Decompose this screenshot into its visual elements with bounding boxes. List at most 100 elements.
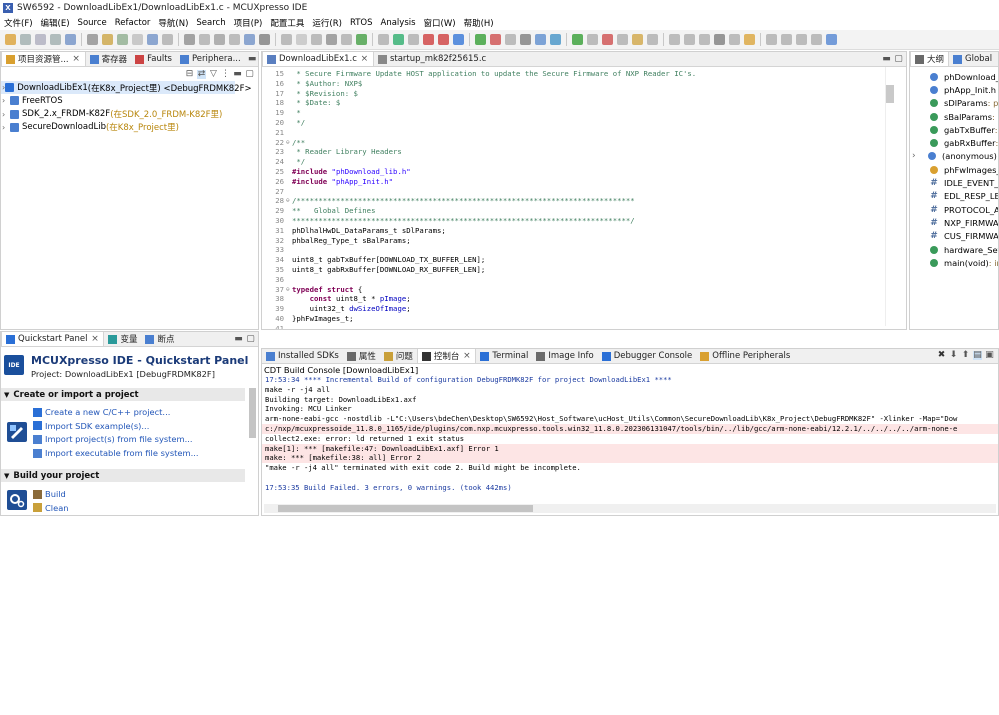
toolbar-button-icon[interactable] bbox=[199, 34, 210, 45]
chevron-right-icon[interactable]: › bbox=[2, 96, 10, 105]
toolbar-button-icon[interactable] bbox=[587, 34, 598, 45]
console-hscrollbar[interactable] bbox=[264, 504, 996, 513]
menu-item[interactable]: RTOS bbox=[346, 18, 377, 28]
toolbar-button-icon[interactable] bbox=[453, 34, 464, 45]
toolbar-button-icon[interactable] bbox=[520, 34, 531, 45]
toolbar-button-icon[interactable] bbox=[229, 34, 240, 45]
menu-item[interactable]: 编辑(E) bbox=[37, 17, 74, 29]
chevron-right-icon[interactable]: › bbox=[2, 123, 10, 132]
toolbar-button-icon[interactable] bbox=[550, 34, 561, 45]
toolbar-button-icon[interactable] bbox=[438, 34, 449, 45]
filter-icon[interactable]: ▽ bbox=[209, 69, 218, 79]
code-editor[interactable]: 15 * Secure Firmware Update HOST applica… bbox=[262, 67, 890, 329]
toolbar-button-icon[interactable] bbox=[378, 34, 389, 45]
toolbar-button-icon[interactable] bbox=[811, 34, 822, 45]
outline-item[interactable]: main(void) : int bbox=[910, 256, 998, 269]
toolbar-button-icon[interactable] bbox=[65, 34, 76, 45]
tree-item-project[interactable]: › SDK_2.x_FRDM-K82F (在SDK_2.0_FRDM-K82F里) bbox=[1, 108, 222, 121]
tree-item-project[interactable]: › SecureDownloadLib (在K8x_Project里) bbox=[1, 121, 179, 134]
outline-item[interactable]: gabTxBuffer : u bbox=[910, 123, 998, 136]
tab-outline-1[interactable]: Global bbox=[949, 52, 996, 66]
outline-item[interactable]: # CUS_FIRMWAR bbox=[910, 230, 998, 243]
tab-explorer-2[interactable]: Faults bbox=[131, 52, 176, 66]
section-create-import[interactable]: ▼ Create or import a project bbox=[1, 388, 245, 401]
toolbar-button-icon[interactable] bbox=[326, 34, 337, 45]
toolbar-button-icon[interactable] bbox=[408, 34, 419, 45]
toolbar-button-icon[interactable] bbox=[102, 34, 113, 45]
chevron-right-icon[interactable]: › bbox=[2, 110, 10, 119]
outline-item[interactable]: # IDLE_EVENT_R bbox=[910, 176, 998, 189]
toolbar-button-icon[interactable] bbox=[5, 34, 16, 45]
scroll-lock-icon[interactable]: ⬇ bbox=[949, 351, 958, 360]
tab-quickstart-0[interactable]: Quickstart Panel × bbox=[1, 332, 105, 346]
toolbar-button-icon[interactable] bbox=[729, 34, 740, 45]
toolbar-button-icon[interactable] bbox=[617, 34, 628, 45]
quickstart-link[interactable]: Build bbox=[33, 489, 66, 499]
outline-item[interactable]: phFwImages_t bbox=[910, 163, 998, 176]
toolbar-button-icon[interactable] bbox=[341, 34, 352, 45]
tab-editor-file[interactable]: DownloadLibEx1.c × bbox=[262, 52, 374, 66]
outline-item[interactable]: phApp_Init.h bbox=[910, 83, 996, 96]
tab-console-4[interactable]: Terminal bbox=[476, 349, 532, 363]
tab-console-6[interactable]: Debugger Console bbox=[598, 349, 697, 363]
menu-item[interactable]: 配置工具 bbox=[266, 17, 308, 29]
toolbar-button-icon[interactable] bbox=[311, 34, 322, 45]
quickstart-link[interactable]: Import executable from file system... bbox=[33, 448, 199, 458]
toolbar-button-icon[interactable] bbox=[669, 34, 680, 45]
maximize-icon[interactable]: ▢ bbox=[894, 54, 903, 64]
link-with-editor-icon[interactable]: ⇄ bbox=[197, 69, 206, 79]
minimize-icon[interactable]: ▬ bbox=[234, 334, 243, 344]
toolbar-button-icon[interactable] bbox=[490, 34, 501, 45]
menu-item[interactable]: 运行(R) bbox=[308, 17, 346, 29]
tab-console-3[interactable]: 控制台 × bbox=[416, 349, 477, 363]
maximize-icon[interactable]: ▢ bbox=[245, 69, 254, 79]
minimize-icon[interactable]: ▬ bbox=[882, 54, 891, 64]
toolbar-button-icon[interactable] bbox=[20, 34, 31, 45]
menu-item[interactable]: Refactor bbox=[111, 18, 155, 28]
outline-item[interactable]: phDownload_li bbox=[910, 70, 998, 83]
open-console-icon[interactable]: ▣ bbox=[985, 351, 994, 360]
toolbar-button-icon[interactable] bbox=[184, 34, 195, 45]
outline-item[interactable]: sDlParams : ph bbox=[910, 97, 998, 110]
toolbar-button-icon[interactable] bbox=[684, 34, 695, 45]
menu-item[interactable]: Analysis bbox=[377, 18, 420, 28]
toolbar-button-icon[interactable] bbox=[535, 34, 546, 45]
outline-item[interactable]: # EDL_RESP_LEN bbox=[910, 190, 998, 203]
toolbar-button-icon[interactable] bbox=[117, 34, 128, 45]
tab-outline-0[interactable]: 大纲 bbox=[910, 52, 950, 66]
toolbar-button-icon[interactable] bbox=[50, 34, 61, 45]
menu-item[interactable]: 导航(N) bbox=[154, 17, 192, 29]
toolbar-button-icon[interactable] bbox=[826, 34, 837, 45]
menu-item[interactable]: Source bbox=[74, 18, 111, 28]
quickstart-link[interactable]: Create a new C/C++ project... bbox=[33, 407, 170, 417]
menu-item[interactable]: 窗口(W) bbox=[420, 17, 460, 29]
tab-console-7[interactable]: Offline Peripherals bbox=[696, 349, 794, 363]
display-selected-console-icon[interactable]: ▤ bbox=[973, 351, 982, 360]
quickstart-link[interactable]: Import SDK example(s)... bbox=[33, 421, 149, 431]
maximize-icon[interactable]: ▢ bbox=[246, 334, 255, 344]
close-icon[interactable]: × bbox=[90, 334, 99, 344]
toolbar-button-icon[interactable] bbox=[632, 34, 643, 45]
quickstart-link[interactable]: Clean bbox=[33, 503, 69, 513]
tab-explorer-3[interactable]: Periphera... bbox=[176, 52, 245, 66]
toolbar-button-icon[interactable] bbox=[244, 34, 255, 45]
tab-quickstart-1[interactable]: 变量 bbox=[104, 332, 141, 346]
toolbar-button-icon[interactable] bbox=[647, 34, 658, 45]
menu-item[interactable]: 文件(F) bbox=[0, 17, 37, 29]
pin-console-icon[interactable]: ⬆ bbox=[961, 351, 970, 360]
toolbar-button-icon[interactable] bbox=[796, 34, 807, 45]
clear-console-icon[interactable]: ✖ bbox=[937, 351, 946, 360]
tree-item-project[interactable]: › FreeRTOS bbox=[1, 94, 63, 107]
toolbar-button-icon[interactable] bbox=[744, 34, 755, 45]
toolbar-button-icon[interactable] bbox=[781, 34, 792, 45]
menu-item[interactable]: 帮助(H) bbox=[460, 17, 498, 29]
toolbar-button-icon[interactable] bbox=[602, 34, 613, 45]
quickstart-link[interactable]: Import project(s) from file system... bbox=[33, 434, 193, 444]
tab-console-0[interactable]: Installed SDKs bbox=[262, 349, 343, 363]
outline-item[interactable]: # NXP_FIRMWAR bbox=[910, 216, 998, 229]
tree-item-project[interactable]: › DownloadLibEx1 (在K8x_Project里) <DebugFR… bbox=[1, 81, 252, 94]
toolbar-button-icon[interactable] bbox=[699, 34, 710, 45]
toolbar-button-icon[interactable] bbox=[714, 34, 725, 45]
view-menu-icon[interactable]: ⋮ bbox=[221, 69, 230, 79]
toolbar-button-icon[interactable] bbox=[147, 34, 158, 45]
